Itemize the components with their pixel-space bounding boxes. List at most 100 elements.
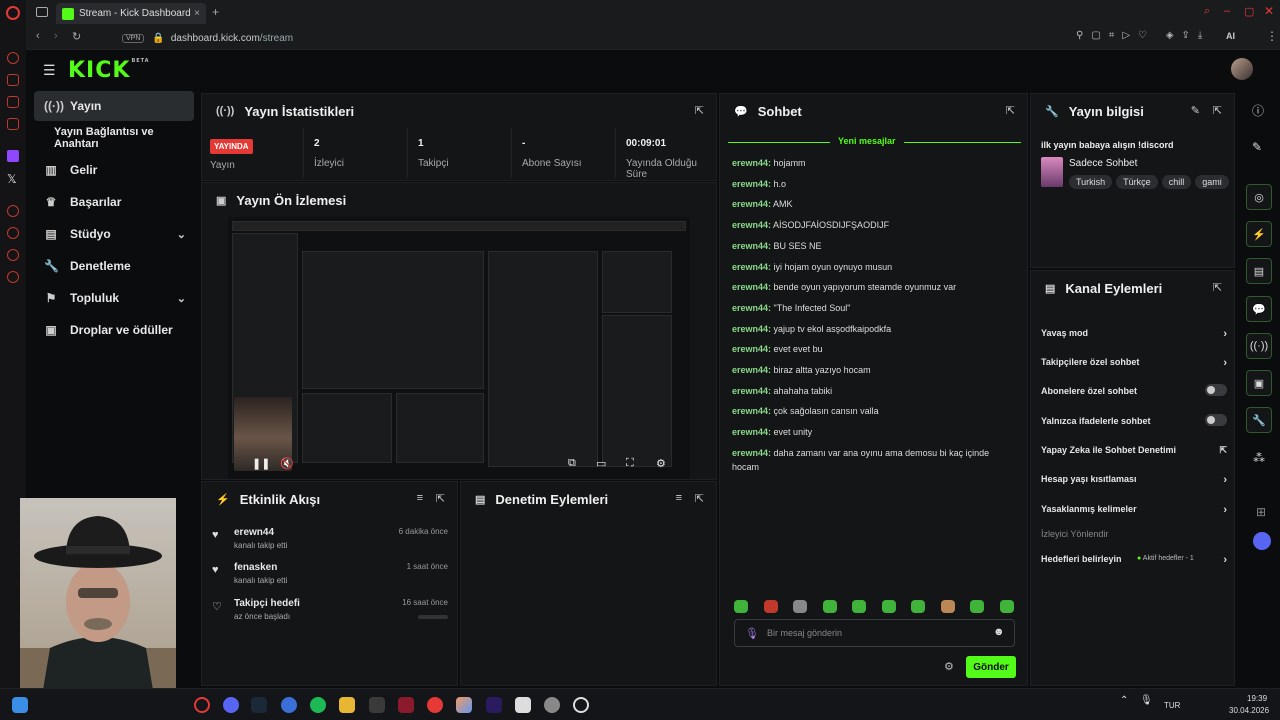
chat-username[interactable]: erewn44: xyxy=(732,262,771,272)
twitch-icon[interactable] xyxy=(7,150,19,162)
emote-icon[interactable] xyxy=(734,600,748,613)
back-icon[interactable]: ‹ xyxy=(36,30,40,42)
microphone-icon[interactable]: 🎙 xyxy=(745,627,759,640)
tool-activity-button[interactable]: ⚡ xyxy=(1246,221,1272,247)
spotify-icon[interactable] xyxy=(310,697,326,713)
clock-time[interactable]: 19:39 xyxy=(1247,694,1267,703)
popout-icon[interactable]: ⇱ xyxy=(436,492,445,505)
app-taskbar-icon[interactable] xyxy=(515,697,531,713)
app-taskbar-icon[interactable] xyxy=(398,697,414,713)
sidebar-app-icon[interactable] xyxy=(7,118,19,130)
theater-icon[interactable]: ▭ xyxy=(596,457,606,470)
app-taskbar-icon[interactable] xyxy=(281,697,297,713)
chat-username[interactable]: erewn44: xyxy=(732,427,771,437)
tool-broadcast-button[interactable]: ((·)) xyxy=(1246,333,1272,359)
popout-icon[interactable]: ⇱ xyxy=(695,492,704,505)
emote-icon[interactable] xyxy=(940,600,955,613)
language-indicator[interactable]: TUR xyxy=(1164,701,1180,710)
sidebar-app-icon[interactable] xyxy=(7,74,19,86)
clock-date[interactable]: 30.04.2026 xyxy=(1229,706,1269,715)
sidebar-app-icon[interactable] xyxy=(7,52,19,64)
emote-icon[interactable] xyxy=(793,600,807,613)
grid-icon[interactable]: ⊞ xyxy=(1256,505,1266,519)
action-account-age[interactable]: Hesap yaşı kısıtlaması › xyxy=(1041,474,1227,486)
obs-icon[interactable] xyxy=(573,697,589,713)
fullscreen-icon[interactable]: ⛶ xyxy=(626,457,634,470)
chat-username[interactable]: erewn44: xyxy=(732,179,771,189)
emote-icon[interactable] xyxy=(970,600,984,613)
settings-icon[interactable] xyxy=(7,271,19,283)
chat-username[interactable]: erewn44: xyxy=(732,448,771,458)
reload-icon[interactable]: ↻ xyxy=(72,30,81,43)
filter-icon[interactable]: ≡ xyxy=(676,492,682,504)
tool-stats-button[interactable]: ◎ xyxy=(1246,184,1272,210)
pip-icon[interactable]: ⧉ xyxy=(568,457,576,470)
chat-username[interactable]: erewn44: xyxy=(732,324,771,334)
popout-icon[interactable]: ⇱ xyxy=(1213,281,1222,294)
filter-icon[interactable]: ≡ xyxy=(417,492,423,504)
sidebar-item-stream[interactable]: ((·)) Yayın xyxy=(34,91,194,121)
forward-icon[interactable]: › xyxy=(54,30,58,42)
sidebar-item-moderation[interactable]: 🔧 Denetleme xyxy=(34,251,194,281)
app-taskbar-icon[interactable] xyxy=(456,697,472,713)
app-taskbar-icon[interactable] xyxy=(427,697,443,713)
close-window-icon[interactable]: ✕ xyxy=(1264,4,1274,18)
avatar[interactable] xyxy=(1231,58,1253,80)
sidebar-app-icon[interactable] xyxy=(7,227,19,239)
action-slow-mode[interactable]: Yavaş mod › xyxy=(1041,328,1227,340)
app-taskbar-icon[interactable] xyxy=(369,697,385,713)
tab-workspace-icon[interactable] xyxy=(36,7,48,17)
popout-icon[interactable]: ⇱ xyxy=(695,104,704,117)
chat-username[interactable]: erewn44: xyxy=(732,344,771,354)
x-icon[interactable]: 𝕏 xyxy=(7,172,17,186)
sidebar-app-icon[interactable] xyxy=(7,205,19,217)
chat-username[interactable]: erewn44: xyxy=(732,199,771,209)
popout-icon[interactable]: ⇱ xyxy=(1213,104,1222,117)
ai-button[interactable]: AI xyxy=(1226,31,1235,41)
sidebar-item-revenue[interactable]: ▥ Gelir xyxy=(34,155,194,185)
popout-icon[interactable]: ⇱ xyxy=(1006,104,1015,117)
emoji-icon[interactable]: ☻ xyxy=(993,626,1005,638)
video-preview[interactable]: ❚❚ 🔇 ⧉ ▭ ⛶ ⚙ xyxy=(228,217,690,479)
discord-icon[interactable] xyxy=(1253,532,1271,550)
chat-username[interactable]: erewn44: xyxy=(732,220,771,230)
chat-username[interactable]: erewn44: xyxy=(732,365,771,375)
sidebar-item-drops[interactable]: ▣ Droplar ve ödüller xyxy=(34,315,194,345)
sidebar-app-icon[interactable] xyxy=(7,249,19,261)
microphone-icon[interactable]: 🎙 xyxy=(1140,695,1153,706)
tool-chat-button[interactable]: 💬 xyxy=(1246,296,1272,322)
action-banned-words[interactable]: Yasaklanmış kelimeler › xyxy=(1041,504,1227,516)
tool-moderation-button[interactable]: ▤ xyxy=(1246,258,1272,284)
sidebar-app-icon[interactable] xyxy=(7,96,19,108)
emote-icon[interactable] xyxy=(999,600,1014,613)
vpn-badge[interactable]: VPN xyxy=(122,33,145,43)
action-followers-only[interactable]: Takipçilere özel sohbet › xyxy=(1041,357,1227,369)
steam-icon[interactable] xyxy=(251,697,267,713)
chat-username[interactable]: erewn44: xyxy=(732,386,771,396)
minimize-icon[interactable]: – xyxy=(1224,5,1230,17)
send-button[interactable]: Gönder xyxy=(966,656,1016,678)
chat-settings-icon[interactable]: ⚙ xyxy=(944,660,954,673)
opera-taskbar-icon[interactable] xyxy=(194,697,210,713)
chat-username[interactable]: erewn44: xyxy=(732,158,771,168)
edit-icon[interactable]: ✎ xyxy=(1191,104,1200,117)
menu-icon[interactable]: ⋮ xyxy=(1266,29,1278,43)
chevron-up-icon[interactable]: ⌃ xyxy=(1120,695,1128,706)
start-icon[interactable] xyxy=(12,697,28,713)
premiere-icon[interactable] xyxy=(486,697,502,713)
tab-close-icon[interactable]: × xyxy=(194,8,200,19)
emote-icon[interactable] xyxy=(852,600,866,613)
chat-username[interactable]: erewn44: xyxy=(732,282,771,292)
chat-input[interactable]: 🎙 Bir mesaj gönderin ☻ xyxy=(734,619,1015,647)
settings-icon[interactable]: ⚙ xyxy=(656,457,666,470)
sidebar-item-achievements[interactable]: ♛ Başarılar xyxy=(34,187,194,217)
tool-wrench-button[interactable]: 🔧 xyxy=(1246,407,1272,433)
chat-username[interactable]: erewn44: xyxy=(732,406,771,416)
info-icon[interactable]: ⓘ xyxy=(1252,102,1264,119)
emote-icon[interactable] xyxy=(881,600,896,613)
app-taskbar-icon[interactable] xyxy=(544,697,560,713)
url-field[interactable]: VPN 🔒 dashboard.kick.com /stream xyxy=(122,30,1022,46)
discord-taskbar-icon[interactable] xyxy=(223,697,239,713)
emote-icon[interactable] xyxy=(911,600,925,613)
pause-icon[interactable]: ❚❚ xyxy=(252,457,270,470)
